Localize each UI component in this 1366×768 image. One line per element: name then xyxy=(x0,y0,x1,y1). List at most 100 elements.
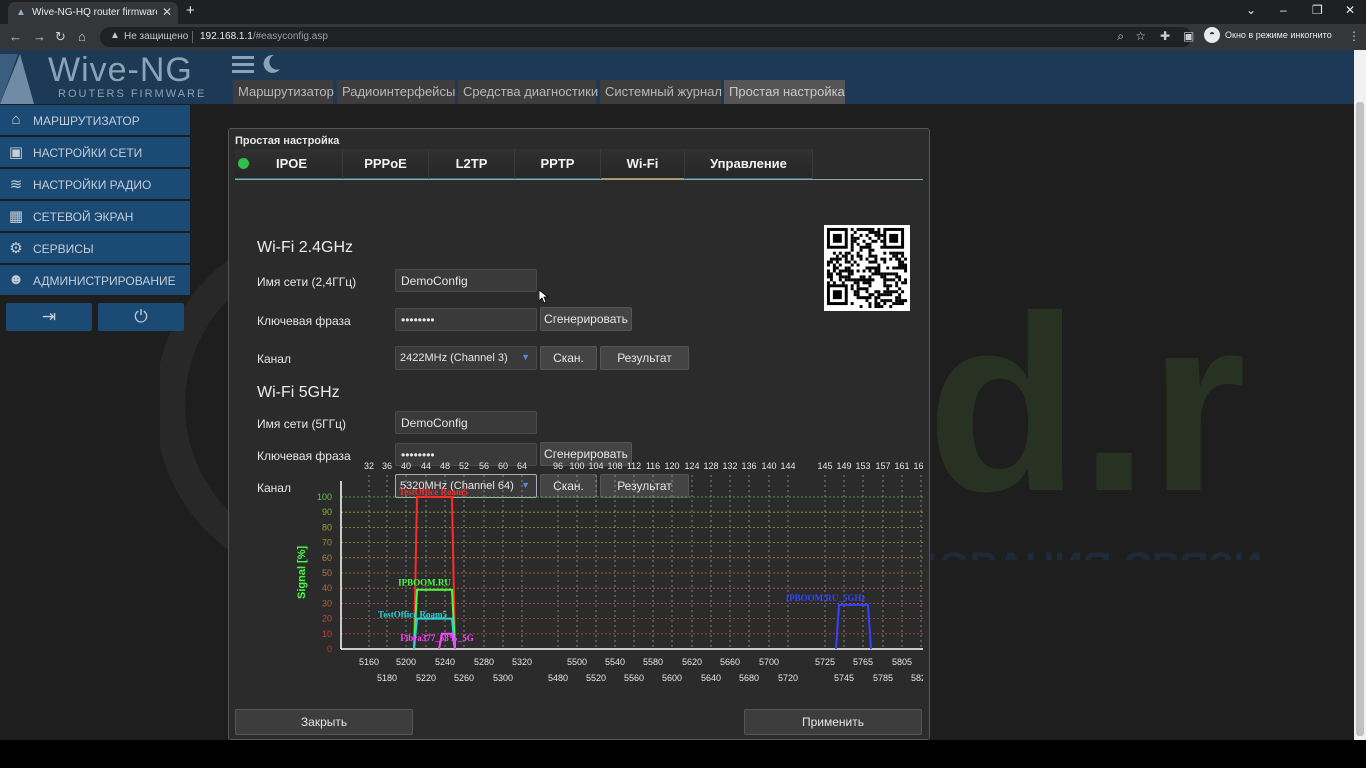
channel-label: 161 xyxy=(894,461,909,471)
freq-label-row2: 5600 xyxy=(662,673,682,683)
tab-wifi[interactable]: Wi-Fi xyxy=(601,149,685,180)
extensions-puzzle-icon[interactable]: ✚ xyxy=(1160,29,1170,43)
top-tab-radio[interactable]: Радиоинтерфейсы xyxy=(337,80,455,104)
channel-label: 56 xyxy=(479,461,489,471)
browser-toolbar: ← → ↻ ⌂ ▲ Не защищено 192.168.1.1/#easyc… xyxy=(0,24,1366,50)
url-text[interactable]: 192.168.1.1/#easyconfig.asp xyxy=(200,31,328,42)
zoom-icon[interactable]: ⌕ xyxy=(1117,29,1124,44)
y-tick-label: 100 xyxy=(317,492,332,502)
key-24-label: Ключевая фраза xyxy=(257,314,351,328)
freq-label-row1: 5765 xyxy=(853,657,873,667)
dialog-tabs: IPOE PPPoE L2TP PPTP Wi-Fi Управление xyxy=(235,149,923,181)
series-label: IPBOOM.RU_5GHz xyxy=(786,593,866,603)
result-24-button[interactable]: Результат xyxy=(600,346,689,370)
freq-label-row1: 5280 xyxy=(474,657,494,667)
y-tick-label: 0 xyxy=(327,644,332,654)
top-tab-diagnostics[interactable]: Средства диагностики xyxy=(458,80,598,104)
y-tick-label: 40 xyxy=(322,583,332,593)
scrollbar-thumb[interactable] xyxy=(1356,102,1364,736)
logo-title: Wive-NG xyxy=(48,51,193,89)
url-host: 192.168.1.1 xyxy=(200,31,253,42)
channel-24-label: Канал xyxy=(257,352,291,366)
tab-pptp[interactable]: PPTP xyxy=(515,149,601,180)
moon-icon[interactable] xyxy=(260,53,282,75)
forward-arrow-icon[interactable]: → xyxy=(33,29,46,44)
y-tick-label: 70 xyxy=(322,538,332,548)
series-label: TestOffice Roam5 xyxy=(378,610,447,620)
restore-button[interactable]: ❐ xyxy=(1312,3,1323,17)
sidebar-item-services[interactable]: ⚙ СЕРВИСЫ xyxy=(0,233,190,263)
not-secure-label[interactable]: Не защищено xyxy=(124,31,188,42)
y-tick-label: 10 xyxy=(322,629,332,639)
back-arrow-icon[interactable]: ← xyxy=(9,29,22,44)
sidebar-item-network[interactable]: ▣ НАСТРОЙКИ СЕТИ xyxy=(0,137,190,167)
sidebar-item-label: АДМИНИСТРИРОВАНИЕ xyxy=(33,274,176,288)
tab-search-icon[interactable]: ⌄ xyxy=(1246,3,1256,17)
web-page: wmd.ru ДОВАНИЯ СВЯЗИ Wive-NG ROUTERS FIR… xyxy=(0,50,1354,740)
tab-title: Wive-NG-HQ router firmware - h xyxy=(32,7,157,18)
channel-label: 124 xyxy=(684,461,699,471)
ssid-24-input[interactable] xyxy=(395,269,537,292)
reload-icon[interactable]: ↻ xyxy=(55,29,66,45)
power-button[interactable]: ⏻ xyxy=(98,303,184,331)
tab-close-icon[interactable]: ✕ xyxy=(162,5,172,19)
logout-icon: ⇥ xyxy=(41,307,57,326)
top-tab-router[interactable]: Маршрутизатор xyxy=(233,80,334,104)
warning-icon[interactable]: ▲ xyxy=(110,30,120,41)
top-tab-easy-setup[interactable]: Простая настройка xyxy=(724,80,845,104)
tab-l2tp[interactable]: L2TP xyxy=(429,149,515,180)
channel-label: 165 xyxy=(913,461,923,471)
tab-management[interactable]: Управление xyxy=(685,149,813,180)
page-scrollbar[interactable] xyxy=(1354,50,1366,740)
firewall-icon: ▦ xyxy=(8,208,24,225)
close-button[interactable]: Закрыть xyxy=(235,709,413,735)
hamburger-menu-icon[interactable] xyxy=(232,54,254,74)
close-window-button[interactable]: ✕ xyxy=(1345,3,1355,17)
sidebar-item-radio[interactable]: ≋ НАСТРОЙКИ РАДИО xyxy=(0,169,190,199)
tab-ipoe[interactable]: IPOE xyxy=(235,149,343,180)
bookmark-star-icon[interactable]: ☆ xyxy=(1135,29,1146,43)
channel-label: 100 xyxy=(569,461,584,471)
top-tab-syslog[interactable]: Системный журнал xyxy=(600,80,722,104)
sidebar-item-admin[interactable]: ☻ АДМИНИСТРИРОВАНИЕ xyxy=(0,265,190,295)
freq-label-row1: 5540 xyxy=(605,657,625,667)
channel-label: 140 xyxy=(761,461,776,471)
tab-pppoe[interactable]: PPPoE xyxy=(343,149,429,180)
minimize-button[interactable]: – xyxy=(1280,3,1287,17)
power-icon: ⏻ xyxy=(134,307,148,326)
address-bar[interactable]: ▲ Не защищено 192.168.1.1/#easyconfig.as… xyxy=(100,27,1192,47)
browser-menu-icon[interactable]: ⋮ xyxy=(1348,29,1360,43)
freq-label-row2: 5640 xyxy=(701,673,721,683)
apply-button[interactable]: Применить xyxy=(744,709,922,735)
channel-label: 52 xyxy=(459,461,469,471)
incognito-icon: ◓ xyxy=(1204,27,1220,43)
freq-label-row1: 5700 xyxy=(759,657,779,667)
channel-label: 64 xyxy=(517,461,527,471)
sidebar-item-router[interactable]: ⌂ МАРШРУТИЗАТОР xyxy=(0,105,190,135)
tab-label: Wi-Fi xyxy=(626,156,659,171)
channel-24-select[interactable]: 2422MHz (Channel 3) ▼ xyxy=(395,346,537,370)
y-tick-label: 30 xyxy=(322,598,332,608)
new-tab-button[interactable]: + xyxy=(186,2,195,19)
channel-label: 108 xyxy=(607,461,622,471)
home-icon[interactable]: ⌂ xyxy=(78,29,86,44)
key-24-input[interactable] xyxy=(395,308,537,331)
freq-label-row1: 5620 xyxy=(682,657,702,667)
tab-label: PPTP xyxy=(540,156,575,171)
side-panel-icon[interactable]: ▣ xyxy=(1183,29,1194,43)
series-label: Fibra377_58%_5G xyxy=(400,633,474,643)
channel-label: 144 xyxy=(780,461,795,471)
freq-label-row1: 5200 xyxy=(396,657,416,667)
series-label: TestOffice Roam5 xyxy=(399,487,468,497)
ssid-5-input[interactable] xyxy=(395,411,537,434)
generate-24-button[interactable]: Сгенерировать xyxy=(540,307,632,331)
logout-button[interactable]: ⇥ xyxy=(6,303,92,331)
scan-24-button[interactable]: Скан. xyxy=(540,346,597,370)
browser-tab[interactable]: ▲ Wive-NG-HQ router firmware - h ✕ xyxy=(8,2,178,24)
freq-label-row2: 5560 xyxy=(624,673,644,683)
incognito-indicator[interactable]: ◓ Окно в режиме инкогнито xyxy=(1204,27,1338,44)
channel-label: 157 xyxy=(875,461,890,471)
channel-label: 104 xyxy=(588,461,603,471)
wifi-spectrum-chart: 0 10 20 30 40 50 60 70 80 90 100 Signal [%] 32 36 40 44… xyxy=(296,461,923,683)
sidebar-item-firewall[interactable]: ▦ СЕТЕВОЙ ЭКРАН xyxy=(0,201,190,231)
